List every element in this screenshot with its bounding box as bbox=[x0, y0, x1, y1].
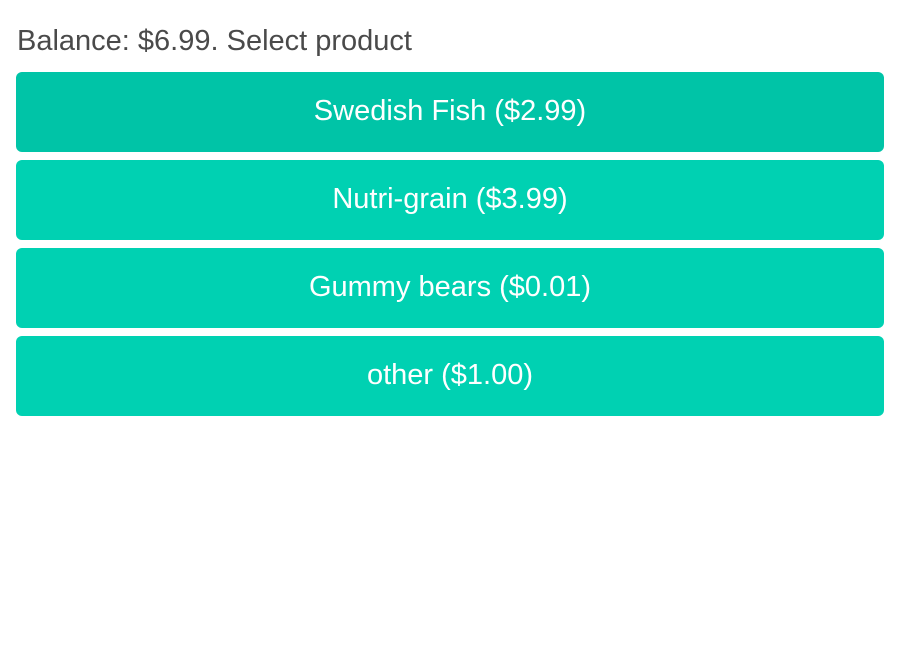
product-button-other[interactable]: other ($1.00) bbox=[16, 336, 884, 416]
balance-heading: Balance: $6.99. Select product bbox=[17, 25, 412, 57]
product-item: Nutri-grain ($3.99) bbox=[16, 160, 884, 240]
product-item: Swedish Fish ($2.99) bbox=[16, 72, 884, 152]
product-item: other ($1.00) bbox=[16, 336, 884, 416]
product-button-gummy-bears[interactable]: Gummy bears ($0.01) bbox=[16, 248, 884, 328]
product-item: Gummy bears ($0.01) bbox=[16, 248, 884, 328]
product-button-nutri-grain[interactable]: Nutri-grain ($3.99) bbox=[16, 160, 884, 240]
product-button-swedish-fish[interactable]: Swedish Fish ($2.99) bbox=[16, 72, 884, 152]
product-list: Swedish Fish ($2.99) Nutri-grain ($3.99)… bbox=[16, 72, 884, 424]
